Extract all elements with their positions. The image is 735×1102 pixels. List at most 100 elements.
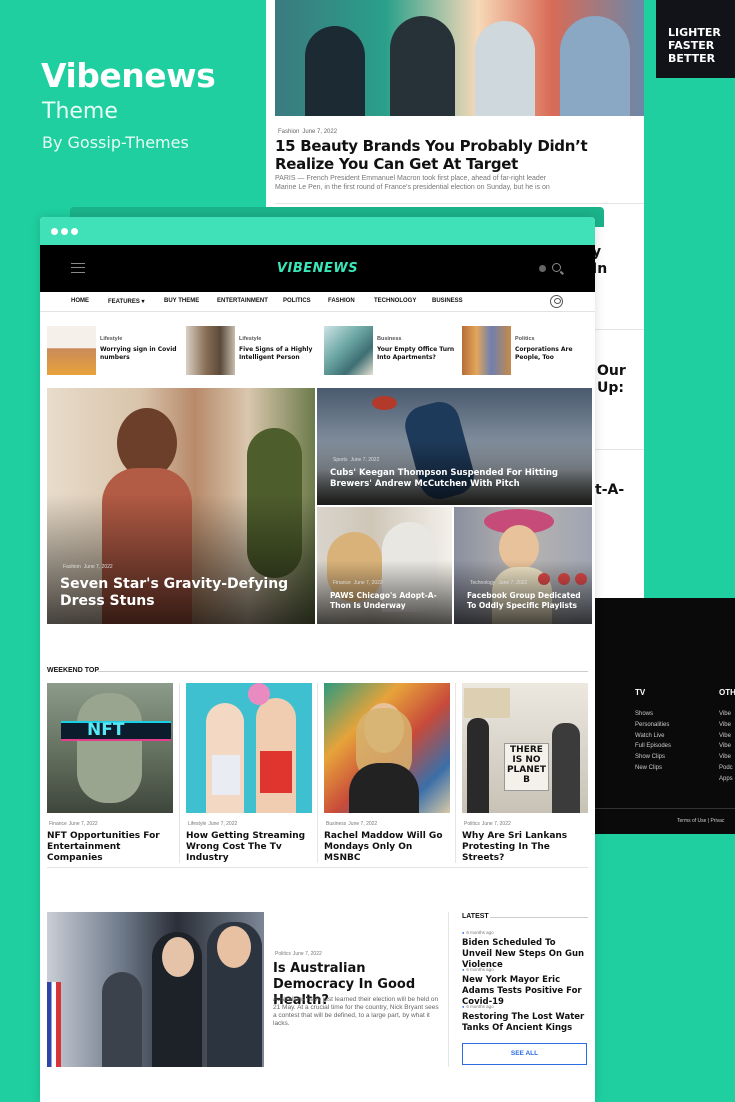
footer-link[interactable]: Vibe (719, 731, 733, 742)
footer-link[interactable]: Podc (719, 763, 733, 774)
post-thumbnail[interactable] (186, 326, 235, 375)
post-category[interactable]: Sports June 7, 2022 (330, 456, 379, 463)
post-time: 6 months ago (462, 930, 493, 935)
featured-image[interactable] (47, 912, 264, 1067)
footer-link[interactable]: Apps (719, 774, 733, 785)
divider (490, 917, 588, 918)
post-category[interactable]: Finance June 7, 2022 (330, 579, 383, 586)
post-thumbnail[interactable] (324, 326, 373, 375)
window-dot (71, 228, 78, 235)
window-dot (61, 228, 68, 235)
post-category[interactable]: Politics June 7, 2022 (462, 821, 588, 827)
post-thumbnail[interactable] (462, 326, 511, 375)
post-title[interactable]: Corporations Are People, Too (515, 346, 595, 362)
search-icon[interactable] (552, 263, 561, 272)
footer-col-list: Shows Personalities Watch Live Full Epis… (635, 709, 671, 774)
footer-link[interactable]: Vibe (719, 741, 733, 752)
divider (448, 912, 449, 1067)
bg-post-headline[interactable]: 15 Beauty Brands You Probably Didn’t Rea… (275, 137, 595, 173)
hero-top-right-post[interactable]: Sports June 7, 2022 Cubs' Keegan Thompson… (317, 388, 592, 505)
post-category[interactable]: Fashion June 7, 2022 (60, 563, 113, 570)
post-title[interactable]: Five Signs of a Highly Intelligent Perso… (239, 346, 321, 362)
hero-bottom-right-post[interactable]: Technology June 7, 2022 Facebook Group De… (454, 507, 592, 624)
mini-post[interactable]: Business Your Empty Office Turn Into Apa… (324, 326, 459, 376)
nav-politics[interactable]: POLITICS (283, 298, 311, 304)
browser-chrome (40, 217, 595, 245)
ad-banner[interactable]: LIGHTER FASTER BETTER (656, 0, 735, 78)
nav-entertainment[interactable]: ENTERTAINMENT (217, 298, 268, 304)
dark-mode-toggle-icon[interactable] (539, 265, 546, 272)
post-title[interactable]: NFT Opportunities For Entertainment Comp… (47, 831, 173, 864)
post-category[interactable]: Politics June 7, 2022 (273, 950, 322, 957)
footer-link[interactable]: Shows (635, 709, 671, 720)
divider (275, 203, 644, 204)
post-category[interactable]: Lifestyle (239, 336, 261, 342)
weekend-post[interactable]: NFT Finance June 7, 2022 NFT Opportunitie… (47, 683, 173, 864)
post-category[interactable]: Lifestyle June 7, 2022 (186, 821, 312, 827)
promo-subtitle: Theme (42, 99, 118, 124)
see-all-button[interactable]: SEE ALL (462, 1043, 587, 1065)
divider (594, 808, 735, 809)
footer-link[interactable]: Watch Live (635, 731, 671, 742)
post-category[interactable]: Politics (515, 336, 535, 342)
bg-hero-image (275, 0, 644, 116)
post-category[interactable]: Lifestyle (100, 336, 122, 342)
weekend-post[interactable]: Lifestyle June 7, 2022 How Getting Stream… (186, 683, 312, 864)
divider (455, 683, 456, 863)
protest-sign-text: THERE IS NO PLANET B (504, 743, 549, 791)
mini-post[interactable]: Lifestyle Five Signs of a Highly Intelli… (186, 326, 321, 376)
hero-main-post[interactable]: Fashion June 7, 2022 Seven Star's Gravity… (47, 388, 315, 624)
nav-fashion[interactable]: FASHION (328, 298, 355, 304)
latest-post-title[interactable]: Restoring The Lost Water Tanks Of Ancien… (462, 1012, 587, 1034)
user-account-icon[interactable] (550, 295, 563, 308)
post-category[interactable]: Business (377, 336, 401, 342)
footer-link[interactable]: Personalities (635, 720, 671, 731)
footer-link[interactable]: Full Episodes (635, 741, 671, 752)
divider (317, 683, 318, 863)
section-title-weekend-top: WEEKEND TOP (47, 667, 99, 674)
post-title[interactable]: Why Are Sri Lankans Protesting In The St… (462, 831, 588, 864)
window-dot (51, 228, 58, 235)
nav-home[interactable]: HOME (71, 298, 89, 304)
post-title[interactable]: Rachel Maddow Will Go Mondays Only On MS… (324, 831, 450, 864)
divider (47, 867, 588, 868)
post-category[interactable]: Technology June 7, 2022 (467, 579, 527, 586)
post-title[interactable]: PAWS Chicago's Adopt-A-Thon Is Underway (330, 591, 442, 611)
promo-byline: By Gossip-Themes (42, 133, 189, 152)
footer-link[interactable]: Vibe (719, 752, 733, 763)
footer-col-title: OTH (719, 688, 735, 697)
post-thumbnail[interactable] (186, 683, 312, 813)
weekend-post[interactable]: Business June 7, 2022 Rachel Maddow Will … (324, 683, 450, 864)
post-category[interactable]: Finance June 7, 2022 (47, 821, 173, 827)
post-thumbnail[interactable] (324, 683, 450, 813)
footer-link[interactable]: Show Clips (635, 752, 671, 763)
nav-features[interactable]: FEATURES ▾ (108, 298, 145, 305)
weekend-post[interactable]: THERE IS NO PLANET B Politics June 7, 202… (462, 683, 588, 864)
post-title[interactable]: How Getting Streaming Wrong Cost The Tv … (186, 831, 312, 864)
post-title[interactable]: Worrying sign in Covid numbers (100, 346, 182, 362)
bg-fragment: Up: (597, 380, 624, 396)
post-title[interactable]: Cubs' Keegan Thompson Suspended For Hitt… (330, 468, 582, 490)
nav-business[interactable]: BUSINESS (432, 298, 463, 304)
post-title[interactable]: Facebook Group Dedicated To Oddly Specif… (467, 591, 582, 611)
hero-bottom-left-post[interactable]: Finance June 7, 2022 PAWS Chicago's Adopt… (317, 507, 452, 624)
site-logo[interactable]: VIBENEWS (40, 261, 595, 276)
post-title[interactable]: Seven Star's Gravity-Defying Dress Stuns (60, 576, 305, 610)
footer-link[interactable]: New Clips (635, 763, 671, 774)
footer-link[interactable]: Vibe (719, 720, 733, 731)
footer-terms[interactable]: Terms of Use | Privac (677, 818, 724, 824)
post-title[interactable]: Your Empty Office Turn Into Apartments? (377, 346, 459, 362)
post-category[interactable]: Business June 7, 2022 (324, 821, 450, 827)
nav-technology[interactable]: TECHNOLOGY (374, 298, 416, 304)
post-thumbnail[interactable]: NFT (47, 683, 173, 813)
mini-post[interactable]: Politics Corporations Are People, Too (462, 326, 595, 376)
post-thumbnail[interactable]: THERE IS NO PLANET B (462, 683, 588, 813)
nav-buy-theme[interactable]: BUY THEME (164, 298, 199, 304)
footer-col-list: Vibe Vibe Vibe Vibe Vibe Podc Apps (719, 709, 733, 785)
bg-post-excerpt: PARIS — French President Emmanuel Macron… (275, 175, 550, 191)
ad-line: FASTER (668, 39, 715, 52)
post-thumbnail[interactable] (47, 326, 96, 375)
nft-text: NFT (87, 720, 125, 740)
mini-post[interactable]: Lifestyle Worrying sign in Covid numbers (47, 326, 182, 376)
footer-link[interactable]: Vibe (719, 709, 733, 720)
